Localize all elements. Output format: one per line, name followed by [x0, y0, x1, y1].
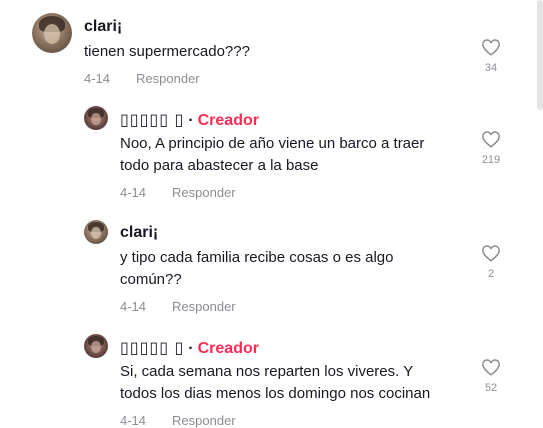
- comment-username[interactable]: clari¡: [84, 18, 122, 36]
- reply-button[interactable]: Responder: [136, 71, 200, 86]
- reply-item: ▯▯▯▯▯ ▯ · Creador Noo, A principio de año …: [0, 100, 543, 210]
- comment-text-line: Noo, A principio de año viene un barco a…: [120, 135, 425, 152]
- comment-meta: 4-14 Responder: [84, 71, 200, 86]
- comment-date: 4-14: [120, 299, 147, 314]
- heart-outline-icon: [482, 359, 500, 376]
- comment-username[interactable]: ▯▯▯▯▯ ▯: [120, 112, 184, 129]
- like-button[interactable]: 219: [476, 130, 506, 166]
- creator-badge: Creador: [197, 112, 259, 129]
- like-button[interactable]: 52: [476, 358, 506, 394]
- avatar[interactable]: [84, 334, 108, 358]
- reply-item: clari¡ y tipo cada familia recibe cosas …: [0, 214, 543, 324]
- comment-date: 4-14: [120, 413, 147, 428]
- scrollbar[interactable]: [537, 0, 543, 110]
- like-button[interactable]: 34: [476, 38, 506, 74]
- comment-text-line: y tipo cada familia recibe cosas o es al…: [120, 249, 394, 266]
- heart-outline-icon: [482, 245, 500, 262]
- creator-badge: Creador: [197, 340, 259, 357]
- like-count: 219: [481, 154, 501, 166]
- comment-item: clari¡ tienen supermercado??? 4-14 Respon…: [0, 0, 543, 100]
- reply-button[interactable]: Responder: [172, 299, 236, 314]
- reply-button[interactable]: Responder: [172, 413, 236, 428]
- like-count: 2: [487, 268, 495, 280]
- creator-header: ▯▯▯▯▯ ▯ · Creador: [120, 110, 259, 130]
- heart-outline-icon: [482, 131, 500, 148]
- comment-text-line: todos los dias menos los domingo nos coc…: [120, 385, 431, 402]
- comment-username[interactable]: clari¡: [120, 224, 158, 242]
- comment-date: 4-14: [120, 185, 147, 200]
- heart-outline-icon: [482, 39, 500, 56]
- avatar[interactable]: [84, 106, 108, 130]
- comment-text: tienen supermercado???: [84, 43, 250, 60]
- comment-username[interactable]: ▯▯▯▯▯ ▯: [120, 340, 184, 357]
- avatar[interactable]: [32, 13, 72, 53]
- comment-text-line: todo para abastecer a la base: [120, 157, 319, 174]
- comment-meta: 4-14 Responder: [120, 299, 236, 314]
- separator-dot: ·: [188, 112, 194, 129]
- like-button[interactable]: 2: [476, 244, 506, 280]
- comment-date: 4-14: [84, 71, 111, 86]
- reply-item: ▯▯▯▯▯ ▯ · Creador Si, cada semana nos repa…: [0, 328, 543, 428]
- like-count: 52: [484, 382, 498, 394]
- comment-text-line: Si, cada semana nos reparten los viveres…: [120, 363, 414, 380]
- like-count: 34: [484, 62, 498, 74]
- reply-button[interactable]: Responder: [172, 185, 236, 200]
- comment-meta: 4-14 Responder: [120, 413, 236, 428]
- comment-text-line: común??: [120, 271, 182, 288]
- comment-meta: 4-14 Responder: [120, 185, 236, 200]
- creator-header: ▯▯▯▯▯ ▯ · Creador: [120, 338, 259, 358]
- avatar[interactable]: [84, 220, 108, 244]
- separator-dot: ·: [188, 340, 194, 357]
